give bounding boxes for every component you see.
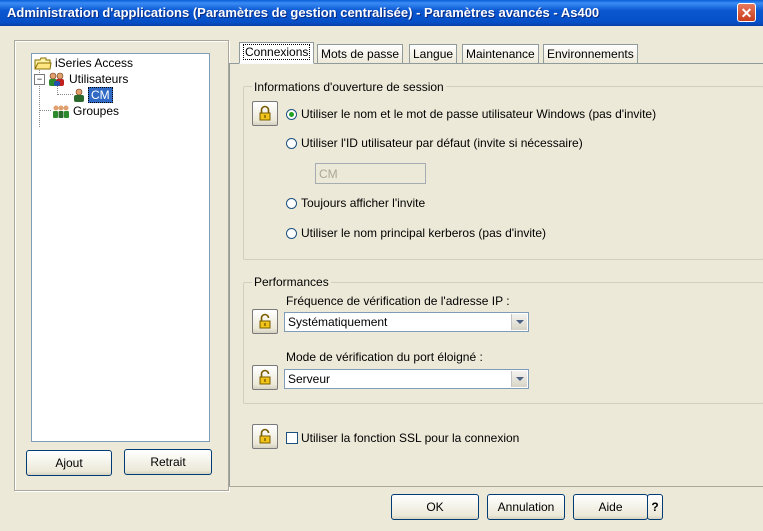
radio-kerberos[interactable] xyxy=(286,228,297,239)
close-icon: ✕ xyxy=(740,5,753,21)
label-kerberos: Utiliser le nom principal kerberos (pas … xyxy=(301,226,547,240)
ip-check-select[interactable]: Systématiquement xyxy=(284,312,529,332)
ssl-checkbox[interactable] xyxy=(286,432,298,444)
radio-windows-credentials[interactable] xyxy=(286,109,297,120)
unlock-icon xyxy=(259,428,271,444)
unlock-icon xyxy=(259,313,271,329)
window-title: Administration d'applications (Paramètre… xyxy=(7,5,600,20)
tree-item-user-cm[interactable]: CM xyxy=(72,87,113,103)
default-user-id-field[interactable]: CM xyxy=(315,163,426,184)
label-ssl: Utiliser la fonction SSL pour la connexi… xyxy=(301,431,520,445)
help-button[interactable]: Aide xyxy=(573,494,648,520)
groups-icon xyxy=(53,105,69,119)
footer-divider xyxy=(229,486,763,487)
label-port-check: Mode de vérification du port éloigné : xyxy=(286,350,483,364)
label-always-prompt: Toujours afficher l'invite xyxy=(301,196,426,210)
tab-language[interactable]: Langue xyxy=(409,44,458,63)
tree-connector xyxy=(39,110,51,111)
tab-label: Connexions xyxy=(243,44,311,60)
radio-always-prompt[interactable] xyxy=(286,198,297,209)
lock-icon xyxy=(259,105,271,121)
tab-passwords[interactable]: Mots de passe xyxy=(317,44,404,63)
unlock-icon xyxy=(259,369,271,385)
login-info-legend: Informations d'ouverture de session xyxy=(252,80,446,94)
tree-item-groups[interactable]: Groupes xyxy=(52,103,119,119)
tree-label-selected-user: CM xyxy=(88,87,113,103)
lock-button-ssl[interactable] xyxy=(252,424,278,449)
port-check-select[interactable]: Serveur xyxy=(284,369,529,389)
radio-default-user-id[interactable] xyxy=(286,138,297,149)
cancel-button[interactable]: Annulation xyxy=(487,494,565,520)
ok-button[interactable]: OK xyxy=(391,494,479,520)
default-user-id-value: CM xyxy=(319,167,338,181)
add-button[interactable]: Ajout xyxy=(26,450,112,476)
tree-label-root: iSeries Access xyxy=(55,56,134,70)
tab-connexions[interactable]: Connexions xyxy=(239,42,315,64)
close-button[interactable]: ✕ xyxy=(737,3,756,22)
folder-icon xyxy=(34,57,52,70)
tab-maintenance[interactable]: Maintenance xyxy=(462,44,539,63)
ip-check-value: Systématiquement xyxy=(288,315,388,329)
tree-item-iseries-access[interactable]: iSeries Access xyxy=(34,55,133,71)
tab-environments[interactable]: Environnements xyxy=(543,44,638,63)
label-windows-credentials: Utiliser le nom et le mot de passe utili… xyxy=(301,107,657,121)
collapse-icon[interactable]: − xyxy=(34,74,45,86)
tree-item-users[interactable]: − Utilisateurs xyxy=(34,71,128,87)
user-icon xyxy=(74,89,84,103)
whats-this-button[interactable]: ? xyxy=(647,494,663,520)
lock-button-ip-check[interactable] xyxy=(252,309,278,334)
label-default-user-id: Utiliser l'ID utilisateur par défaut (in… xyxy=(301,136,583,150)
user-tree[interactable]: iSeries Access − Utilisateurs CM Groupes xyxy=(31,53,210,442)
performance-legend: Performances xyxy=(252,275,331,289)
chevron-down-icon[interactable] xyxy=(511,371,527,387)
chevron-down-icon[interactable] xyxy=(511,314,527,330)
tree-connector xyxy=(57,94,73,95)
tree-label-users: Utilisateurs xyxy=(69,72,129,86)
label-ip-check: Fréquence de vérification de l'adresse I… xyxy=(286,294,510,308)
remove-button[interactable]: Retrait xyxy=(124,449,212,475)
lock-button-login[interactable] xyxy=(252,101,278,126)
port-check-value: Serveur xyxy=(288,372,331,386)
lock-button-port-check[interactable] xyxy=(252,365,278,390)
tree-label-groups: Groupes xyxy=(73,104,120,118)
users-icon xyxy=(49,73,64,87)
